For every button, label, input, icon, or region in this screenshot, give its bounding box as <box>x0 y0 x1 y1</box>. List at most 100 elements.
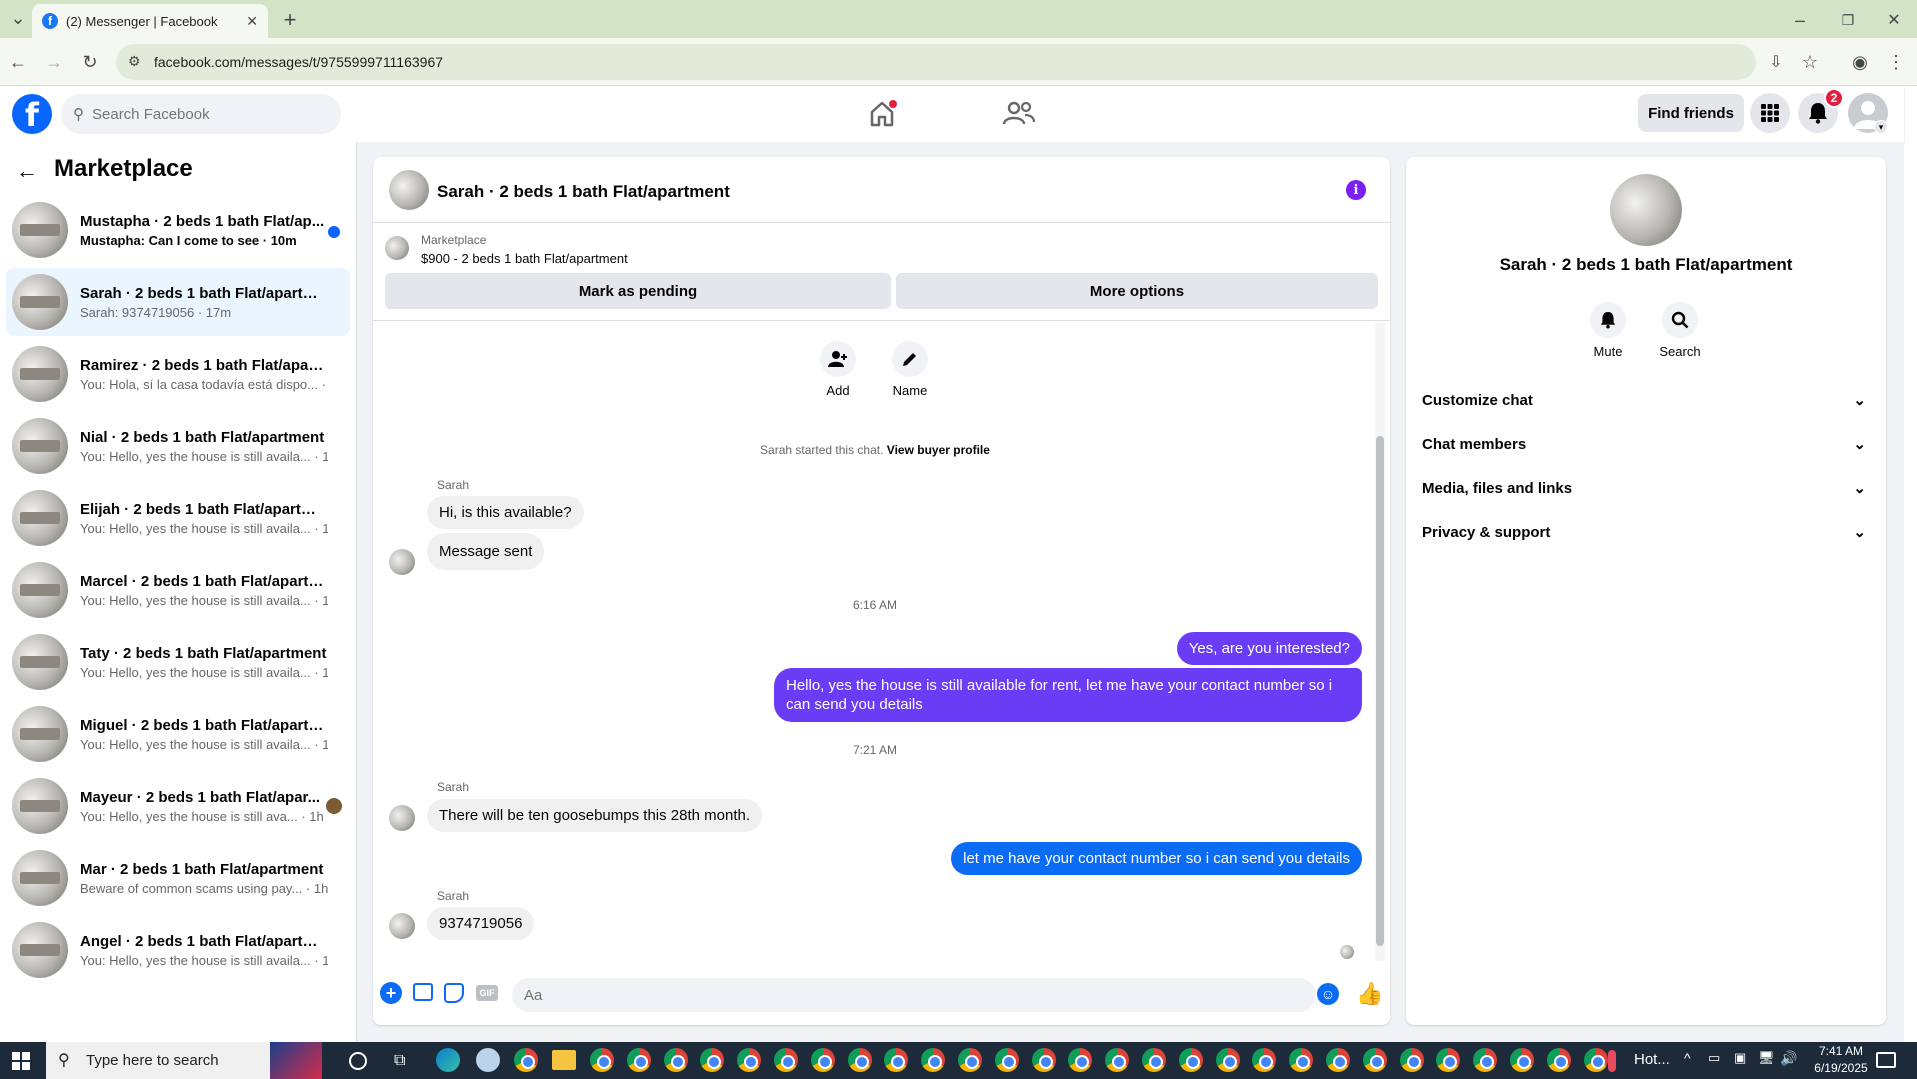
chrome-window-icon[interactable] <box>994 1048 1019 1072</box>
app-icon[interactable] <box>476 1048 500 1072</box>
conversation-item[interactable]: Taty · 2 beds 1 bath Flat/apartment You: … <box>6 628 350 696</box>
incoming-message[interactable]: Message sent <box>427 533 545 570</box>
volume-icon[interactable]: 🔊 <box>1780 1050 1797 1067</box>
chrome-window-icon[interactable] <box>1031 1048 1056 1072</box>
chrome-window-icon[interactable] <box>1473 1048 1498 1072</box>
conversation-item[interactable]: Ramirez · 2 beds 1 bath Flat/apart... You… <box>6 340 350 408</box>
chrome-window-icon[interactable] <box>737 1048 762 1072</box>
close-tab-icon[interactable]: ✕ <box>246 13 258 30</box>
chrome-window-icon[interactable] <box>847 1048 872 1072</box>
chrome-window-icon[interactable] <box>1289 1048 1314 1072</box>
chrome-window-icon[interactable] <box>1362 1048 1387 1072</box>
privacy-support-section[interactable]: Privacy & support ⌄ <box>1422 514 1874 550</box>
conversation-item[interactable]: Angel · 2 beds 1 bath Flat/apartme... You… <box>6 916 350 984</box>
task-view-icon[interactable]: ⧉ <box>394 1052 405 1070</box>
message-input[interactable] <box>524 986 1264 1004</box>
conversation-item[interactable]: Mayeur · 2 beds 1 bath Flat/apar... You: … <box>6 772 350 840</box>
emoji-icon[interactable]: ☺ <box>1317 983 1339 1005</box>
incoming-message[interactable]: 9374719056 <box>427 907 535 940</box>
profile-icon[interactable]: ◉ <box>1846 48 1874 76</box>
conversation-item[interactable]: Mustapha · 2 beds 1 bath Flat/ap... Musta… <box>6 196 350 264</box>
chat-members-section[interactable]: Chat members ⌄ <box>1422 426 1874 462</box>
conversation-item[interactable]: Sarah · 2 beds 1 bath Flat/apartment Sara… <box>6 268 350 336</box>
browser-tab[interactable]: f (2) Messenger | Facebook ✕ <box>32 4 268 38</box>
mark-as-pending-button[interactable]: Mark as pending <box>385 273 891 309</box>
network-icon[interactable]: 🖥 <box>1758 1050 1775 1066</box>
menu-grid-icon[interactable] <box>1750 93 1790 133</box>
forward-icon[interactable]: → <box>40 48 68 76</box>
listing-title[interactable]: $900 - 2 beds 1 bath Flat/apartment <box>421 251 628 266</box>
minimize-icon[interactable]: – <box>1786 6 1814 34</box>
chrome-window-icon[interactable] <box>663 1048 688 1072</box>
tray-chevron-up-icon[interactable]: ^ <box>1684 1050 1691 1066</box>
outgoing-message[interactable]: Hello, yes the house is still available … <box>774 668 1362 722</box>
friends-icon[interactable] <box>1001 98 1037 130</box>
edge-icon[interactable] <box>436 1048 460 1072</box>
chrome-window-icon[interactable] <box>774 1048 798 1072</box>
chrome-menu-icon[interactable]: ⋮ <box>1882 48 1910 76</box>
back-icon[interactable]: ← <box>4 48 32 76</box>
facebook-search[interactable]: ⚲ <box>61 94 341 134</box>
tray-icon[interactable]: ▣ <box>1734 1050 1746 1066</box>
photo-icon[interactable] <box>413 983 433 1001</box>
new-tab-icon[interactable]: + <box>276 6 304 34</box>
customize-chat-section[interactable]: Customize chat ⌄ <box>1422 382 1874 418</box>
clock-time[interactable]: 7:41 AM <box>1806 1044 1876 1058</box>
search-in-chat-icon[interactable] <box>1662 302 1698 338</box>
chrome-window-icon[interactable] <box>1510 1048 1534 1072</box>
url-bar[interactable]: ⚙ facebook.com/messages/t/97559997111639… <box>116 44 1756 80</box>
conversation-item[interactable]: Elijah · 2 beds 1 bath Flat/apartment You… <box>6 484 350 552</box>
mute-bell-icon[interactable] <box>1590 302 1626 338</box>
home-icon[interactable] <box>866 98 898 130</box>
chat-thumbnail[interactable] <box>389 170 429 210</box>
chrome-window-icon[interactable] <box>1326 1048 1350 1072</box>
find-friends-button[interactable]: Find friends <box>1638 94 1744 132</box>
add-person-icon[interactable] <box>820 341 856 377</box>
incoming-message[interactable]: Hi, is this available? <box>427 496 584 529</box>
chrome-window-icon[interactable] <box>1546 1048 1571 1072</box>
info-icon[interactable]: i <box>1346 180 1366 200</box>
windows-start-icon[interactable] <box>12 1052 30 1070</box>
sticker-icon[interactable] <box>444 983 464 1003</box>
site-info-icon[interactable]: ⚙ <box>128 53 141 70</box>
bookmark-star-icon[interactable]: ☆ <box>1796 48 1824 76</box>
close-window-icon[interactable]: ✕ <box>1880 6 1908 34</box>
clock-date[interactable]: 6/19/2025 <box>1806 1061 1876 1075</box>
back-arrow-icon[interactable]: ← <box>16 158 38 184</box>
outgoing-message[interactable]: Yes, are you interested? <box>1176 632 1362 665</box>
more-options-button[interactable]: More options <box>896 273 1378 309</box>
install-app-icon[interactable]: ⇩ <box>1762 48 1790 76</box>
maximize-icon[interactable]: ❐ <box>1834 6 1862 34</box>
taskbar-search[interactable]: ⚲ Type here to search <box>46 1042 322 1079</box>
tray-icon[interactable]: ▭ <box>1708 1050 1720 1066</box>
reload-icon[interactable]: ↻ <box>76 48 104 76</box>
account-chevron-down-icon[interactable]: ▾ <box>1874 120 1888 134</box>
facebook-logo-icon[interactable]: f <box>12 94 52 134</box>
incoming-message[interactable]: There will be ten goosebumps this 28th m… <box>427 799 763 832</box>
facebook-search-input[interactable] <box>92 105 312 123</box>
chrome-window-icon[interactable] <box>810 1048 835 1072</box>
media-files-links-section[interactable]: Media, files and links ⌄ <box>1422 470 1874 506</box>
chrome-window-icon[interactable] <box>626 1048 651 1072</box>
chrome-window-icon[interactable] <box>921 1048 946 1072</box>
scrollbar-thumb[interactable] <box>1376 436 1384 946</box>
chrome-window-icon[interactable] <box>590 1048 614 1072</box>
cortana-icon[interactable] <box>349 1052 367 1070</box>
chat-title[interactable]: Sarah · 2 beds 1 bath Flat/apartment <box>437 182 730 202</box>
action-center-icon[interactable] <box>1876 1052 1896 1068</box>
chrome-window-icon[interactable] <box>1142 1048 1166 1072</box>
plus-icon[interactable]: + <box>380 982 402 1004</box>
gif-icon[interactable]: GIF <box>476 985 498 1001</box>
chrome-icon[interactable] <box>514 1048 538 1072</box>
thumbs-up-icon[interactable]: 👍 <box>1356 981 1383 1007</box>
edit-pencil-icon[interactable] <box>892 341 928 377</box>
conversation-item[interactable]: Mar · 2 beds 1 bath Flat/apartment Beware… <box>6 844 350 912</box>
conversation-item[interactable]: Miguel · 2 beds 1 bath Flat/apartm... You… <box>6 700 350 768</box>
tab-list-chevron-icon[interactable]: ⌄ <box>4 4 32 32</box>
message-composer[interactable] <box>512 978 1316 1012</box>
weather-text[interactable]: Hot... <box>1634 1051 1670 1068</box>
conversation-item[interactable]: Nial · 2 beds 1 bath Flat/apartment You: … <box>6 412 350 480</box>
conversation-item[interactable]: Marcel · 2 beds 1 bath Flat/apartm... You… <box>6 556 350 624</box>
chrome-window-icon[interactable] <box>1105 1048 1130 1072</box>
chrome-window-icon[interactable] <box>1178 1048 1203 1072</box>
